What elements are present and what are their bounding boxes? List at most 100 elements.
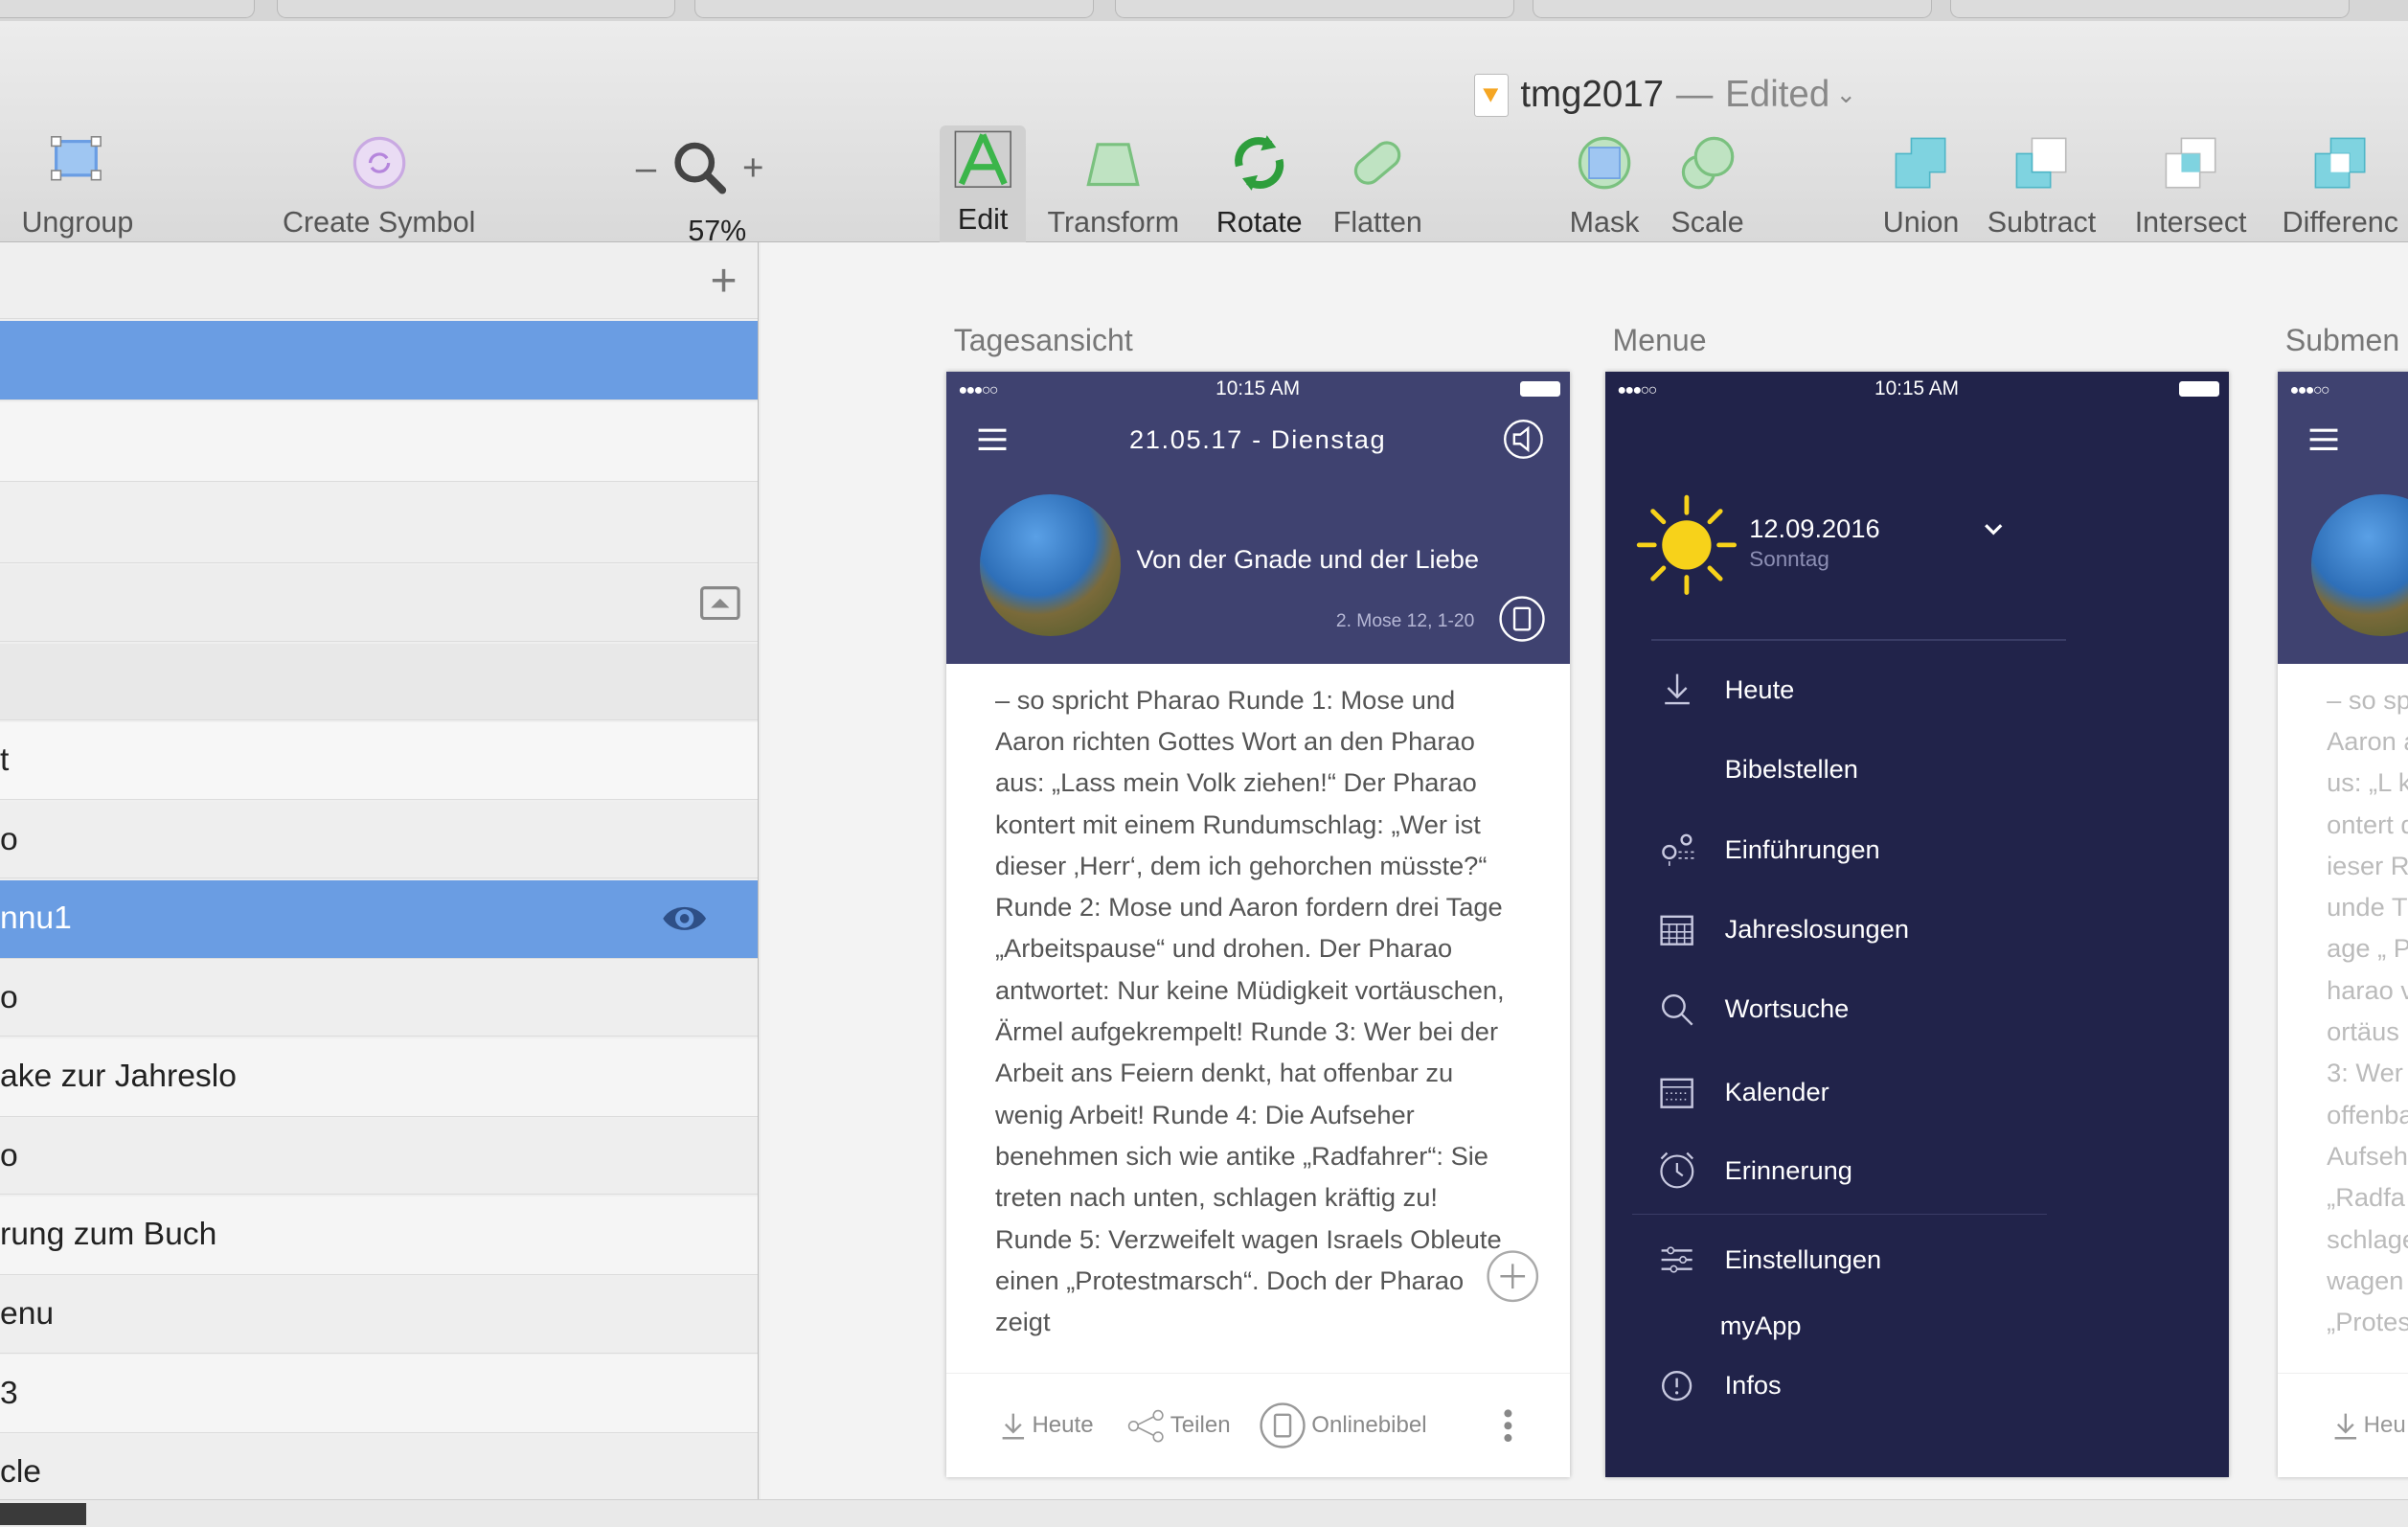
layer-name: enu bbox=[0, 1295, 55, 1332]
zoom-out-button[interactable]: – bbox=[636, 148, 656, 190]
menu-item-label: Wortsuche bbox=[1724, 993, 1850, 1024]
ungroup-label: Ungroup bbox=[21, 205, 134, 239]
ungroup-button[interactable]: Ungroup bbox=[21, 129, 133, 239]
bible-icon[interactable] bbox=[1499, 596, 1545, 642]
menu-item-bibelstellen[interactable]: Bibelstellen bbox=[1605, 739, 2229, 800]
menu-item-infos[interactable]: Infos bbox=[1605, 1355, 2229, 1416]
online-bible-button[interactable]: Onlinebibel bbox=[1260, 1402, 1427, 1449]
layer-row[interactable]: t bbox=[0, 721, 759, 801]
artboard-label[interactable]: Tagesansicht bbox=[954, 323, 1133, 358]
difference-button[interactable]: Differenc bbox=[2283, 129, 2398, 239]
menu-weekday: Sonntag bbox=[1749, 546, 1829, 571]
share-button[interactable]: Teilen bbox=[1127, 1409, 1231, 1443]
transform-icon bbox=[1079, 129, 1147, 197]
document-title[interactable]: tmg2017 — Edited ⌄ bbox=[1474, 71, 1856, 120]
subtract-icon bbox=[2008, 129, 2076, 197]
menu-item-einfuehrungen[interactable]: Einführungen bbox=[1605, 819, 2229, 880]
action-bar: Heute Teilen Onlinebibel bbox=[945, 1373, 1570, 1477]
layer-row[interactable] bbox=[0, 643, 759, 720]
union-label: Union bbox=[1882, 205, 1960, 239]
download-icon bbox=[1657, 670, 1697, 710]
horizontal-scrollbar[interactable] bbox=[0, 1498, 2408, 1527]
online-bible-label: Onlinebibel bbox=[1311, 1412, 1427, 1439]
layer-row[interactable]: 3 bbox=[0, 1355, 759, 1433]
more-icon[interactable] bbox=[1502, 1407, 1514, 1444]
layer-row[interactable]: rung zum Buch bbox=[0, 1197, 759, 1275]
chevron-down-icon[interactable] bbox=[1983, 522, 2004, 537]
zoom-in-button[interactable]: + bbox=[742, 148, 763, 190]
collapse-icon[interactable] bbox=[700, 585, 740, 621]
alarm-clock-icon bbox=[1657, 1151, 1697, 1191]
subtract-button[interactable]: Subtract bbox=[1988, 129, 2096, 239]
document-name: tmg2017 bbox=[1520, 74, 1665, 116]
menu-item-label: Heute bbox=[1724, 673, 1795, 704]
menu-item-label: Infos bbox=[1724, 1370, 1782, 1401]
canvas[interactable]: Tagesansicht Menue Submen ●●●○○ 10:15 AM… bbox=[760, 242, 2408, 1527]
transform-button[interactable]: Transform bbox=[1048, 129, 1179, 239]
menu-item-kalender[interactable]: Kalender bbox=[1605, 1061, 2229, 1123]
layer-row-selected[interactable]: nnu1 bbox=[0, 879, 759, 959]
scale-button[interactable]: Scale bbox=[1670, 129, 1744, 239]
layer-row[interactable]: o bbox=[0, 1118, 759, 1196]
sun-icon bbox=[1636, 495, 1737, 596]
menu-item-myapp[interactable]: myApp bbox=[1605, 1295, 2229, 1356]
tab[interactable] bbox=[1533, 0, 1933, 19]
layer-row[interactable]: o bbox=[0, 801, 759, 879]
intersect-label: Intersect bbox=[2134, 205, 2247, 239]
add-icon[interactable] bbox=[1487, 1250, 1539, 1303]
menu-item-label: myApp bbox=[1719, 1310, 1802, 1340]
speaker-icon[interactable] bbox=[1502, 418, 1545, 461]
scroll-thumb[interactable] bbox=[0, 1503, 86, 1525]
divider bbox=[1650, 638, 2066, 641]
layer-name: 3 bbox=[0, 1375, 18, 1411]
scale-icon bbox=[1673, 129, 1741, 197]
layer-row[interactable]: enu bbox=[0, 1276, 759, 1354]
artboard-submenu[interactable]: ●●●○○ – so sp Aaron aus: „L kontert dies… bbox=[2277, 372, 2408, 1478]
reading-text: – so spricht Pharao Runde 1: Mose und Aa… bbox=[994, 684, 1505, 1337]
reading-body: – so sp Aaron aus: „L kontert dieser Run… bbox=[2277, 663, 2408, 1478]
menu-item-jahreslosungen[interactable]: Jahreslosungen bbox=[1605, 899, 2229, 960]
flatten-button[interactable]: Flatten bbox=[1333, 129, 1422, 239]
rotate-button[interactable]: Rotate bbox=[1216, 129, 1303, 239]
artboard-tagesansicht[interactable]: ●●●○○ 10:15 AM 21.05.17 - Dienstag Von d… bbox=[945, 372, 1570, 1478]
menu-item-wortsuche[interactable]: Wortsuche bbox=[1605, 978, 2229, 1039]
sketch-file-icon bbox=[1474, 73, 1509, 117]
reading-body: – so spricht Pharao Runde 1: Mose und Aa… bbox=[945, 663, 1570, 1478]
difference-label: Differenc bbox=[2282, 205, 2398, 239]
layer-name: cle bbox=[0, 1454, 42, 1491]
union-icon bbox=[1887, 129, 1955, 197]
add-page-button[interactable]: + bbox=[711, 254, 738, 308]
layer-row[interactable]: o bbox=[0, 960, 759, 1037]
today-button[interactable]: Heu bbox=[2333, 1412, 2406, 1440]
signal-icon: ●●●○○ bbox=[1617, 380, 1657, 399]
artboard-label[interactable]: Submen bbox=[2285, 323, 2399, 358]
tab[interactable] bbox=[276, 0, 676, 19]
menu-item-label: Kalender bbox=[1724, 1076, 1829, 1106]
menu-item-erinnerung[interactable]: Erinnerung bbox=[1605, 1140, 2229, 1201]
tab[interactable] bbox=[0, 0, 256, 19]
menu-item-label: Einführungen bbox=[1724, 833, 1880, 864]
union-button[interactable]: Union bbox=[1882, 129, 1960, 239]
mask-button[interactable]: Mask bbox=[1570, 129, 1639, 239]
artboard-label[interactable]: Menue bbox=[1613, 323, 1707, 358]
page-item[interactable] bbox=[0, 484, 759, 564]
menu-item-label: Einstellungen bbox=[1724, 1243, 1882, 1274]
page-item-selected[interactable] bbox=[0, 321, 759, 401]
tab[interactable] bbox=[693, 0, 1094, 19]
edit-button[interactable]: Edit bbox=[940, 125, 1027, 249]
menu-item-einstellungen[interactable]: Einstellungen bbox=[1605, 1229, 2229, 1290]
intersect-button[interactable]: Intersect bbox=[2135, 129, 2247, 239]
menu-item-heute[interactable]: Heute bbox=[1605, 659, 2229, 720]
signal-icon: ●●●○○ bbox=[958, 380, 998, 399]
eye-icon[interactable] bbox=[660, 899, 709, 939]
layer-row[interactable]: ake zur Jahreslo bbox=[0, 1037, 759, 1117]
artboard-menue[interactable]: ●●●○○ 10:15 AM 12.09.2016 Sonntag Heute … bbox=[1604, 372, 2229, 1478]
create-symbol-button[interactable]: Create Symbol bbox=[283, 129, 475, 239]
tab[interactable] bbox=[1115, 0, 1514, 19]
today-button[interactable]: Heute bbox=[1001, 1412, 1094, 1440]
hamburger-icon[interactable] bbox=[2308, 427, 2339, 452]
page-item[interactable] bbox=[0, 402, 759, 483]
header-date: 21.05.17 - Dienstag bbox=[1129, 423, 1387, 454]
calendar-grid-icon bbox=[1657, 909, 1697, 949]
tab[interactable] bbox=[1950, 0, 2351, 19]
